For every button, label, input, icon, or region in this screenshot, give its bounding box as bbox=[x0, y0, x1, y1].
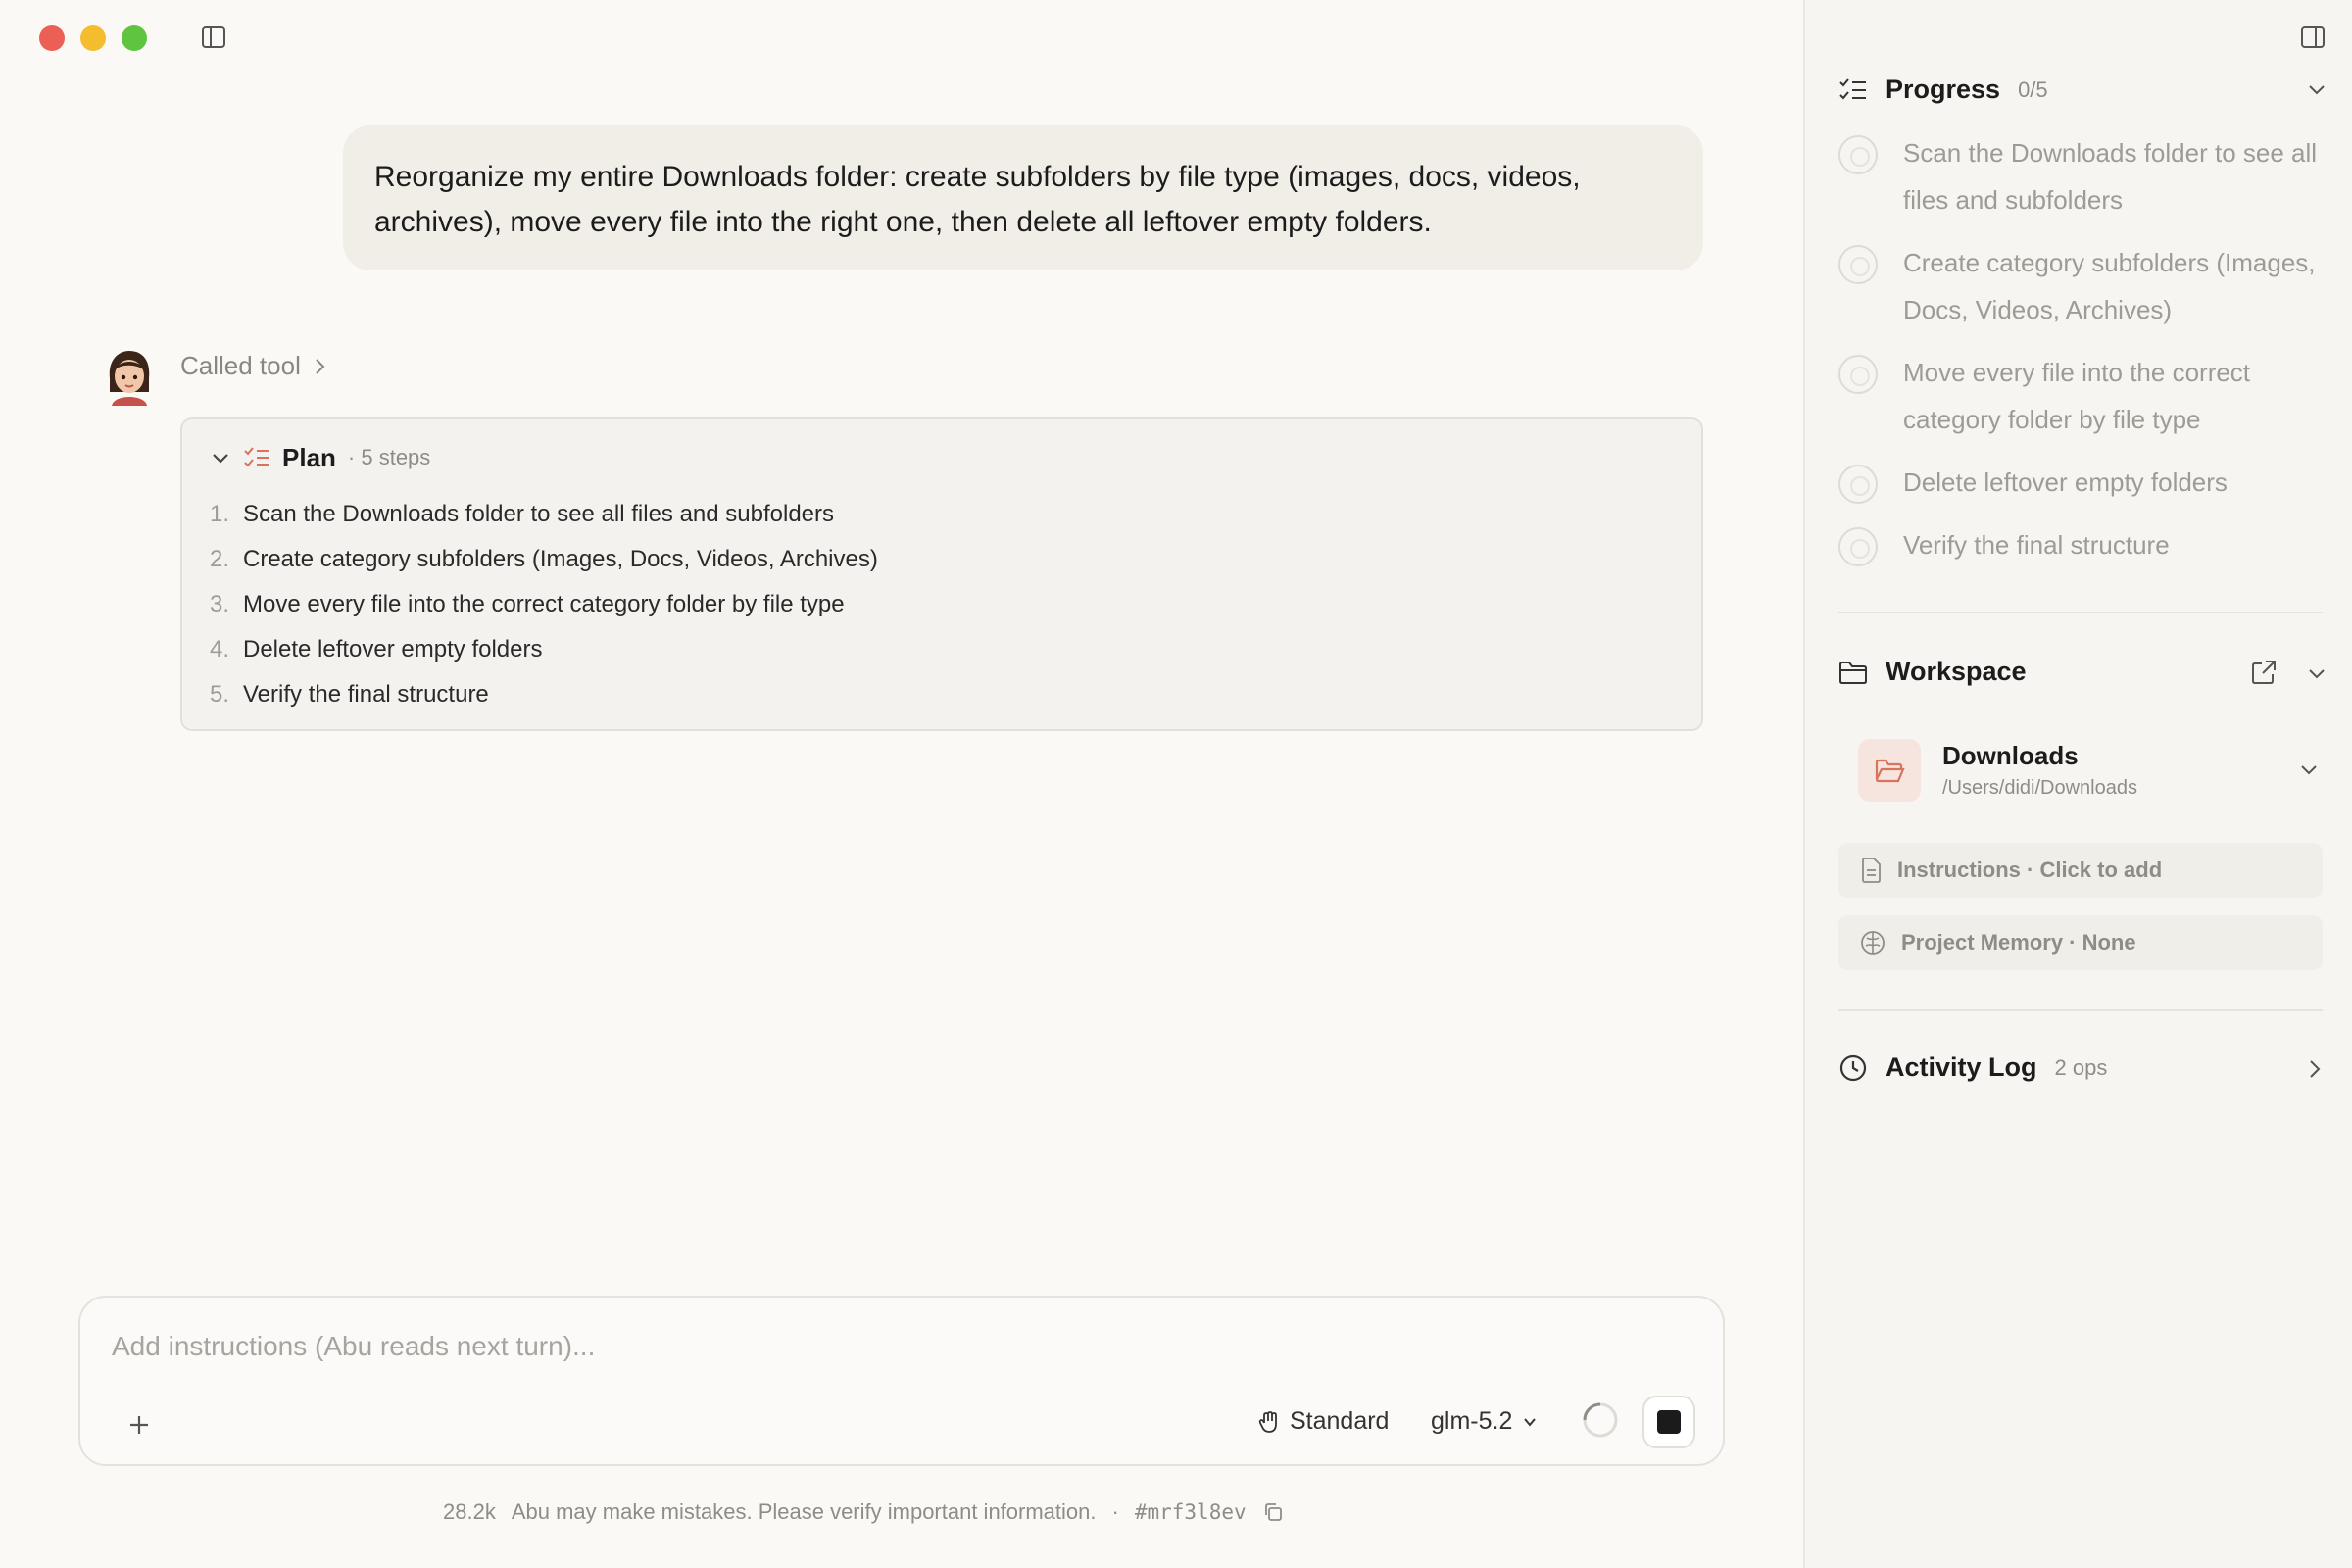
progress-list: Scan the Downloads folder to see all fil… bbox=[1838, 129, 2328, 584]
chevron-down-icon[interactable] bbox=[2299, 760, 2319, 780]
assistant-avatar bbox=[104, 349, 155, 406]
chevron-down-icon[interactable] bbox=[2307, 664, 2327, 684]
chevron-right-icon[interactable] bbox=[2305, 1058, 2325, 1080]
workspace-folder-name: Downloads bbox=[1942, 741, 2079, 770]
chat-area: Reorganize my entire Downloads folder: c… bbox=[0, 0, 1803, 1568]
right-panel: Progress 0/5 Scan the Downloads folder t… bbox=[1803, 0, 2352, 1568]
hand-icon bbox=[1258, 1410, 1277, 1433]
footer-separator: · bbox=[1111, 1499, 1119, 1524]
right-panel-toggle-icon[interactable] bbox=[2299, 24, 2327, 51]
folder-open-icon bbox=[1858, 739, 1921, 802]
pending-circle-icon bbox=[1838, 465, 1878, 504]
progress-item: Move every file into the correct categor… bbox=[1838, 349, 2328, 443]
plan-step: 5. Verify the final structure bbox=[209, 681, 489, 708]
model-selector[interactable]: glm-5.2 bbox=[1431, 1407, 1538, 1436]
session-id: #mrf3l8ev bbox=[1134, 1500, 1247, 1524]
clock-icon bbox=[1839, 1054, 1867, 1081]
mode-selector[interactable]: Standard bbox=[1256, 1407, 1389, 1436]
workspace-header[interactable]: Workspace bbox=[1838, 657, 2027, 687]
plan-step: 4. Delete leftover empty folders bbox=[209, 636, 543, 662]
token-count: 28.2k bbox=[443, 1499, 496, 1524]
plan-title: Plan bbox=[282, 442, 336, 472]
copy-icon[interactable] bbox=[1262, 1501, 1284, 1523]
progress-title: Progress bbox=[1886, 74, 2001, 104]
plan-step: 1. Scan the Downloads folder to see all f… bbox=[209, 501, 835, 527]
workspace-title: Workspace bbox=[1886, 657, 2027, 686]
progress-item: Create category subfolders (Images, Docs… bbox=[1838, 239, 2328, 333]
folder-icon bbox=[1839, 661, 1867, 684]
stop-icon bbox=[1657, 1410, 1681, 1434]
divider bbox=[1838, 612, 2323, 613]
app-window: Reorganize my entire Downloads folder: c… bbox=[0, 0, 2352, 1568]
footer: 28.2k Abu may make mistakes. Please veri… bbox=[443, 1499, 1284, 1525]
plan-steps: 1. Scan the Downloads folder to see all f… bbox=[208, 492, 878, 717]
instructions-row[interactable]: Instructions · Click to add bbox=[1838, 843, 2323, 898]
mode-label: Standard bbox=[1290, 1407, 1390, 1435]
progress-header[interactable]: Progress 0/5 bbox=[1838, 74, 2048, 105]
instructions-input[interactable] bbox=[112, 1327, 1484, 1366]
checklist-icon bbox=[244, 447, 269, 467]
called-tool-toggle[interactable]: Called tool bbox=[180, 351, 326, 381]
chevron-down-icon[interactable] bbox=[2307, 80, 2327, 100]
pending-circle-icon bbox=[1838, 527, 1878, 566]
progress-item: Scan the Downloads folder to see all fil… bbox=[1838, 129, 2328, 223]
stop-button[interactable] bbox=[1642, 1396, 1695, 1448]
project-memory-row[interactable]: Project Memory · None bbox=[1838, 915, 2323, 970]
disclaimer: Abu may make mistakes. Please verify imp… bbox=[511, 1499, 1097, 1524]
pending-circle-icon bbox=[1838, 245, 1878, 284]
composer: Standard glm-5.2 bbox=[78, 1296, 1725, 1466]
activity-log-title: Activity Log bbox=[1886, 1053, 2037, 1082]
chevron-down-icon bbox=[1524, 1417, 1537, 1427]
workspace-folder-info: Downloads /Users/didi/Downloads bbox=[1942, 741, 2278, 800]
brain-icon bbox=[1861, 931, 1885, 955]
external-link-icon[interactable] bbox=[2250, 659, 2278, 686]
loading-spinner-icon bbox=[1582, 1401, 1619, 1439]
document-icon bbox=[1862, 858, 1881, 883]
plus-icon bbox=[130, 1416, 148, 1434]
chevron-right-icon bbox=[316, 358, 325, 374]
checklist-icon bbox=[1839, 77, 1866, 99]
instructions-label: Instructions · Click to add bbox=[1897, 858, 2163, 882]
plan-step: 2. Create category subfolders (Images, Do… bbox=[209, 546, 878, 572]
plan-header[interactable]: Plan · 5 steps bbox=[210, 441, 430, 474]
progress-item: Verify the final structure bbox=[1838, 521, 2328, 568]
add-attachment-button[interactable] bbox=[120, 1405, 159, 1445]
model-label: glm-5.2 bbox=[1431, 1407, 1513, 1435]
project-memory-label: Project Memory · None bbox=[1901, 930, 2136, 955]
divider bbox=[1838, 1009, 2323, 1011]
progress-count: 0/5 bbox=[2018, 76, 2048, 102]
progress-item: Delete leftover empty folders bbox=[1838, 459, 2328, 506]
called-tool-label: Called tool bbox=[180, 351, 301, 380]
plan-step: 3. Move every file into the correct categ… bbox=[209, 591, 845, 617]
pending-circle-icon bbox=[1838, 355, 1878, 394]
user-message: Reorganize my entire Downloads folder: c… bbox=[343, 125, 1703, 270]
activity-log-header[interactable]: Activity Log 2 ops bbox=[1838, 1053, 2107, 1083]
activity-log-count: 2 ops bbox=[2054, 1054, 2108, 1080]
workspace-folder[interactable]: Downloads /Users/didi/Downloads bbox=[1858, 739, 2319, 802]
plan-step-count: · 5 steps bbox=[347, 445, 431, 469]
workspace-folder-path: /Users/didi/Downloads bbox=[1942, 777, 2137, 799]
chevron-down-icon bbox=[213, 454, 228, 464]
plan-card: Plan · 5 steps 1. Scan the Downloads fold… bbox=[180, 417, 1703, 731]
pending-circle-icon bbox=[1838, 135, 1878, 174]
